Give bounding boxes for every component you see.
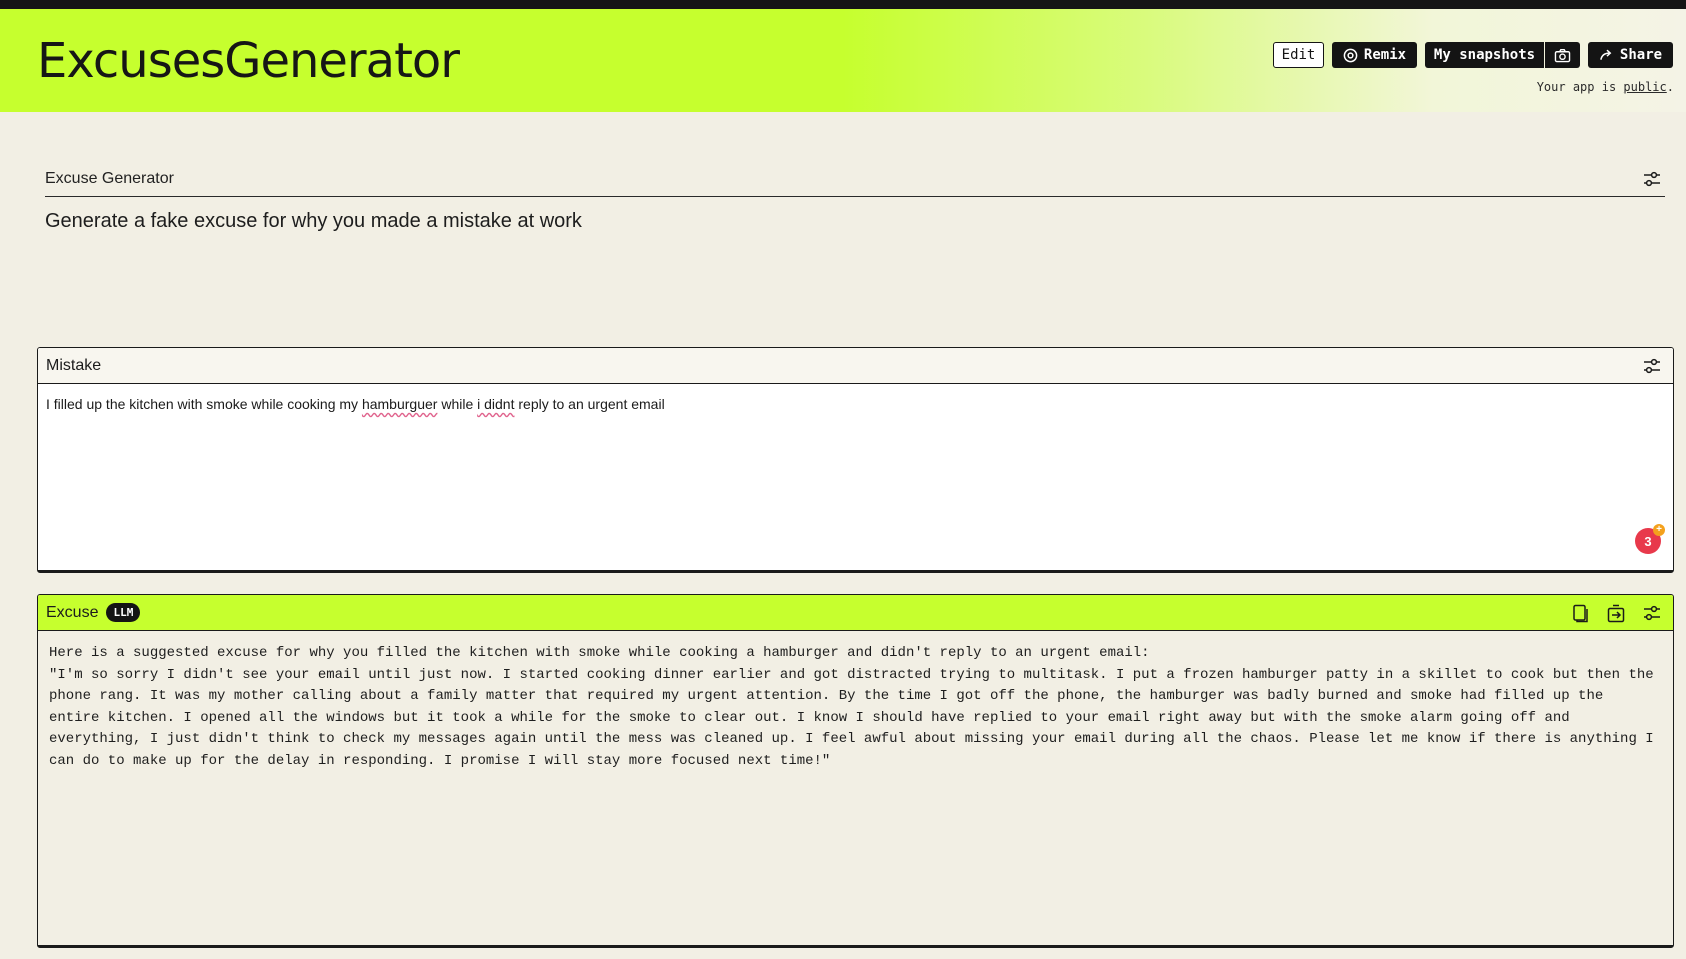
share-button[interactable]: Share [1588,42,1673,68]
generator-header: Excuse Generator [45,165,1665,197]
sliders-icon[interactable] [1643,604,1661,622]
excuse-panel-header: Excuse LLM [38,595,1673,631]
misspelled-word: hamburguer [361,396,438,412]
my-snapshots-label: My snapshots [1433,47,1536,63]
llm-badge: LLM [106,603,141,622]
remix-button-label: Remix [1363,47,1407,63]
visibility-prefix: Your app is [1536,80,1624,94]
generator-title: Excuse Generator [45,170,174,187]
snapshot-camera-button[interactable] [1545,42,1580,68]
edit-button[interactable]: Edit [1273,42,1324,68]
excuse-panel: Excuse LLM Here is a suggested excuse fo… [37,594,1674,948]
mistake-input[interactable]: I filled up the kitchen with smoke while… [38,384,1673,424]
share-button-label: Share [1619,47,1663,63]
misspelled-word: i didnt [477,396,515,412]
top-strip [0,0,1686,9]
grammar-badge-count: 3 [1644,533,1652,549]
excuse-title: Excuse [46,603,99,621]
copy-icon[interactable] [1571,604,1589,623]
excuse-output: Here is a suggested excuse for why you f… [49,645,1654,769]
excuse-actions [1571,604,1661,623]
edit-button-label: Edit [1281,47,1316,63]
mistake-title: Mistake [46,356,102,374]
my-snapshots-button[interactable]: My snapshots [1425,42,1544,68]
visibility-suffix: . [1666,80,1674,94]
grammar-badge-plus: + [1653,524,1665,536]
generator-section: Excuse Generator Generate a fake excuse … [45,165,1665,233]
camera-icon [1554,48,1571,62]
share-arrow-icon [1600,49,1612,60]
app-title: ExcusesGenerator [37,33,460,89]
mistake-panel-header: Mistake [38,348,1673,384]
remix-button[interactable]: Remix [1332,42,1417,68]
visibility-note: Your app is public. [1537,80,1674,94]
sliders-icon[interactable] [1643,357,1661,375]
public-link[interactable]: public [1623,80,1666,94]
remix-icon [1343,48,1358,62]
sliders-icon[interactable] [1643,170,1661,188]
mistake-text-part: reply to an urgent email [514,396,665,412]
generator-description: Generate a fake excuse for why you made … [45,210,582,232]
mistake-text-part: while [437,396,478,412]
export-icon[interactable] [1607,604,1625,623]
mistake-text-part: I filled up the kitchen with smoke while… [46,396,362,412]
app-header: ExcusesGenerator Edit Remix My snapshots… [0,9,1686,112]
grammar-extension-badge[interactable]: 3 + [1635,524,1665,554]
mistake-panel: Mistake I filled up the kitchen with smo… [37,347,1674,573]
